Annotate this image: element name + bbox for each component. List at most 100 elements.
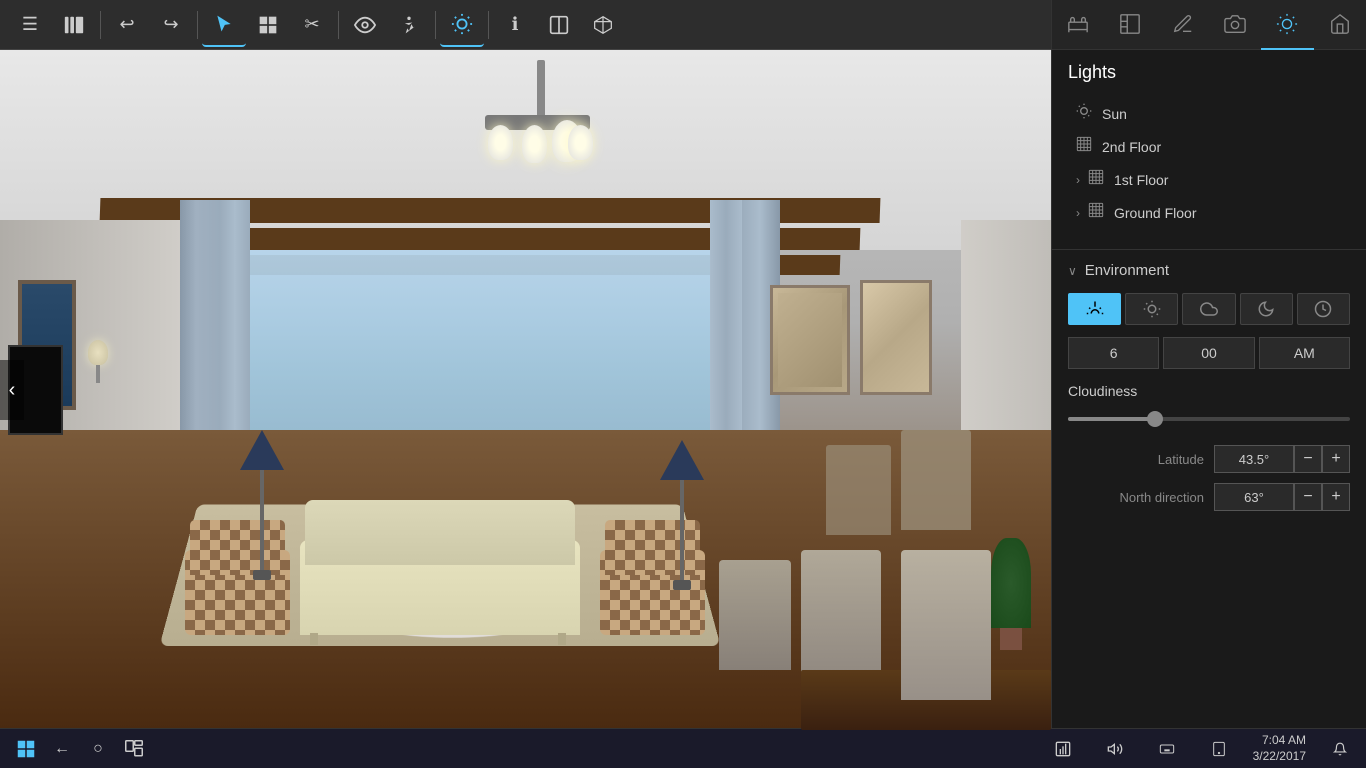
start-button[interactable]	[8, 731, 44, 767]
sunrise-btn[interactable]	[1068, 293, 1121, 325]
floor-lamp-right	[660, 440, 704, 590]
dining-chair-1	[901, 550, 991, 700]
environment-time-buttons	[1068, 293, 1350, 325]
dining-chair-back-1	[901, 430, 971, 530]
2nd-floor-light-icon	[1076, 136, 1092, 157]
dining-chair-2	[801, 550, 881, 680]
sun-light-icon	[1076, 103, 1092, 124]
environment-section: ∨ Environment 6 00 AM	[1052, 249, 1366, 533]
toolbar-separator	[100, 11, 101, 39]
slider-fill	[1068, 417, 1153, 421]
cloudiness-label: Cloudiness	[1068, 383, 1350, 399]
lights-section: Lights Sun 2nd Floor › 1st Floor ›	[1052, 50, 1366, 241]
task-view-button[interactable]	[116, 731, 152, 767]
hamburger-menu-icon[interactable]: ☰	[8, 3, 52, 47]
latitude-label: Latitude	[1068, 452, 1204, 467]
redo-icon[interactable]: ↪	[149, 3, 193, 47]
select-icon[interactable]	[202, 3, 246, 47]
sun-toolbar-icon[interactable]	[440, 3, 484, 47]
time-inputs-row: 6 00 AM	[1068, 337, 1350, 369]
slider-thumb[interactable]	[1147, 411, 1163, 427]
left-chevron-icon: ‹	[9, 379, 16, 402]
environment-header[interactable]: ∨ Environment	[1068, 262, 1350, 279]
panel-icons-row	[1052, 0, 1366, 50]
north-minus-btn[interactable]: −	[1294, 483, 1322, 511]
cortana-button[interactable]: ○	[80, 731, 116, 767]
time-text: 7:04 AM	[1253, 733, 1306, 749]
layout-icon[interactable]	[537, 3, 581, 47]
undo-icon[interactable]: ↩	[105, 3, 149, 47]
floor-lamp-left	[240, 430, 284, 580]
room-scene	[0, 50, 1051, 730]
eye-view-icon[interactable]	[343, 3, 387, 47]
sofa-leg-left	[310, 633, 318, 645]
light-panel-icon[interactable]	[1261, 0, 1313, 50]
room-panel-icon[interactable]	[1104, 0, 1156, 50]
taskbar: ← ○ 7:04 AM 3/22/2017	[0, 728, 1366, 768]
1st-floor-light-icon	[1088, 169, 1104, 190]
dining-chair-3	[719, 560, 791, 670]
wall-art-right-2	[860, 280, 932, 395]
ground-floor-light-icon	[1088, 202, 1104, 223]
plant-right	[991, 538, 1031, 650]
north-plus-btn[interactable]: +	[1322, 483, 1350, 511]
volume-tray-icon[interactable]	[1097, 731, 1133, 767]
north-direction-label: North direction	[1068, 490, 1204, 505]
latitude-minus-btn[interactable]: −	[1294, 445, 1322, 473]
back-button[interactable]: ←	[44, 731, 80, 767]
moon-btn[interactable]	[1240, 293, 1293, 325]
keyboard-tray-icon[interactable]	[1149, 731, 1185, 767]
sunny-btn[interactable]	[1125, 293, 1178, 325]
arrange-icon[interactable]	[246, 3, 290, 47]
left-nav-arrow[interactable]: ‹	[0, 360, 24, 420]
notification-tray-icon[interactable]	[1322, 731, 1358, 767]
toolbar-separator-3	[338, 11, 339, 39]
toolbar-separator-5	[488, 11, 489, 39]
minute-input[interactable]: 00	[1163, 337, 1254, 369]
dining-chair-back-2	[826, 445, 891, 535]
lights-title: Lights	[1068, 62, 1350, 83]
furniture-panel-icon[interactable]	[1052, 0, 1104, 50]
hour-input[interactable]: 6	[1068, 337, 1159, 369]
paint-panel-icon[interactable]	[1157, 0, 1209, 50]
wall-art-right-1	[770, 285, 850, 395]
north-direction-row: North direction 63° − +	[1068, 483, 1350, 511]
3d-viewport[interactable]: ‹	[0, 50, 1051, 730]
scissors-icon[interactable]: ✂	[290, 3, 334, 47]
date-text: 3/22/2017	[1253, 749, 1306, 765]
camera-panel-icon[interactable]	[1209, 0, 1261, 50]
1st-floor-light-label: 1st Floor	[1114, 172, 1168, 188]
toolbar-separator-4	[435, 11, 436, 39]
north-direction-input[interactable]: 63°	[1214, 483, 1294, 511]
lights-sun-item[interactable]: Sun	[1068, 97, 1350, 130]
sun-light-label: Sun	[1102, 106, 1127, 122]
chandelier	[480, 60, 600, 260]
sofa-leg-right	[558, 633, 566, 645]
walk-icon[interactable]	[387, 3, 431, 47]
tablet-tray-icon[interactable]	[1201, 731, 1237, 767]
lights-2nd-floor-item[interactable]: 2nd Floor	[1068, 130, 1350, 163]
1st-floor-expand-icon: ›	[1076, 173, 1080, 187]
clock-btn[interactable]	[1297, 293, 1350, 325]
2nd-floor-light-label: 2nd Floor	[1102, 139, 1161, 155]
house-panel-icon[interactable]	[1314, 0, 1366, 50]
latitude-row: Latitude 43.5° − +	[1068, 445, 1350, 473]
lights-ground-floor-item[interactable]: › Ground Floor	[1068, 196, 1350, 229]
cube-3d-icon[interactable]	[581, 3, 625, 47]
ground-floor-expand-icon: ›	[1076, 206, 1080, 220]
cloudy-btn[interactable]	[1182, 293, 1235, 325]
cloudiness-slider[interactable]	[1068, 409, 1350, 429]
ground-floor-light-label: Ground Floor	[1114, 205, 1196, 221]
library-icon[interactable]	[52, 3, 96, 47]
sofa-back	[305, 500, 575, 565]
taskbar-right-area: 7:04 AM 3/22/2017	[1045, 731, 1358, 767]
info-icon[interactable]: ℹ	[493, 3, 537, 47]
lights-1st-floor-item[interactable]: › 1st Floor	[1068, 163, 1350, 196]
network-tray-icon[interactable]	[1045, 731, 1081, 767]
clock-display: 7:04 AM 3/22/2017	[1253, 733, 1306, 764]
latitude-plus-btn[interactable]: +	[1322, 445, 1350, 473]
wall-sconce	[88, 340, 108, 383]
latitude-input[interactable]: 43.5°	[1214, 445, 1294, 473]
top-toolbar: ☰ ↩ ↪ ✂ ℹ	[0, 0, 1051, 50]
am-pm-input[interactable]: AM	[1259, 337, 1350, 369]
